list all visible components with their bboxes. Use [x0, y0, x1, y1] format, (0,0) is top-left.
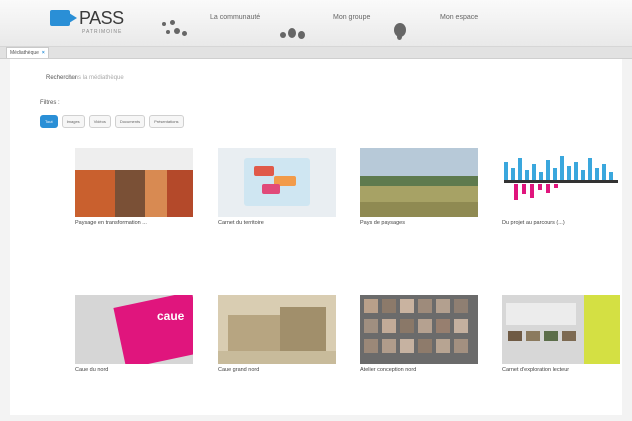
media-card[interactable]: Carnet d'exploration lecteur [502, 295, 620, 373]
media-thumbnail[interactable] [502, 148, 620, 217]
group-icon[interactable] [280, 26, 310, 42]
media-card[interactable]: Paysage en transformation ... [75, 148, 193, 226]
media-caption: Carnet d'exploration lecteur [502, 367, 570, 373]
main-content: Rechercher dans la médiathèque Filtres :… [10, 59, 622, 415]
media-caption: Atelier conception nord [360, 367, 417, 373]
tab-label: Médiathèque [10, 50, 39, 56]
filter-chip-tout[interactable]: Tout [40, 115, 58, 128]
media-thumbnail[interactable] [360, 295, 478, 364]
filter-chip-videos[interactable]: Vidéos [88, 115, 111, 128]
media-card[interactable]: Carnet du territoire [218, 148, 336, 226]
media-thumbnail[interactable] [218, 148, 336, 217]
close-icon[interactable]: × [42, 50, 45, 56]
media-caption: Caue du nord [75, 367, 109, 373]
nav-la-communaute[interactable]: La communauté [210, 14, 260, 21]
people-group-icon[interactable] [160, 18, 190, 40]
media-card[interactable]: Pays de paysages [360, 148, 478, 226]
app-header: PASS PATRIMOINE La communauté Mon groupe… [0, 0, 632, 47]
media-thumbnail[interactable] [75, 148, 193, 217]
tab-mediatheque[interactable]: Médiathèque × [6, 47, 49, 58]
logo-mark-icon [50, 10, 77, 26]
nav-mon-espace[interactable]: Mon espace [440, 14, 478, 21]
filter-chip-presentations[interactable]: Présentations [149, 115, 184, 128]
nav-mon-groupe[interactable]: Mon groupe [333, 14, 370, 21]
media-caption: Du projet au parcours (...) [502, 220, 565, 226]
tab-strip: Médiathèque × [0, 47, 632, 59]
media-thumbnail[interactable] [218, 295, 336, 364]
filter-chips: Tout Images Vidéos Documents Présentatio… [40, 115, 184, 128]
filter-chip-images[interactable]: Images [61, 115, 85, 128]
media-caption: Carnet du territoire [218, 220, 264, 226]
media-caption: Paysage en transformation ... [75, 220, 147, 226]
media-caption: Caue grand nord [218, 367, 260, 373]
logo-subtitle: PATRIMOINE [82, 29, 123, 35]
media-thumbnail[interactable] [502, 295, 620, 364]
filter-chip-documents[interactable]: Documents [114, 115, 146, 128]
media-card[interactable]: Atelier conception nord [360, 295, 478, 373]
media-card[interactable]: Caue grand nord [218, 295, 336, 373]
logo-text: PASS [79, 8, 124, 28]
media-caption: Pays de paysages [360, 220, 405, 226]
media-thumbnail[interactable] [360, 148, 478, 217]
media-card[interactable]: Du projet au parcours (...) [502, 148, 620, 226]
person-icon[interactable] [394, 23, 410, 41]
caue-logo-text: caue [157, 309, 185, 323]
media-thumbnail[interactable]: caue [75, 295, 193, 364]
media-card[interactable]: caue Caue du nord [75, 295, 193, 373]
logo[interactable]: PASS PATRIMOINE [50, 8, 124, 35]
filter-label: Filtres : [40, 100, 60, 106]
search-input[interactable]: dans la médiathèque [68, 75, 124, 81]
